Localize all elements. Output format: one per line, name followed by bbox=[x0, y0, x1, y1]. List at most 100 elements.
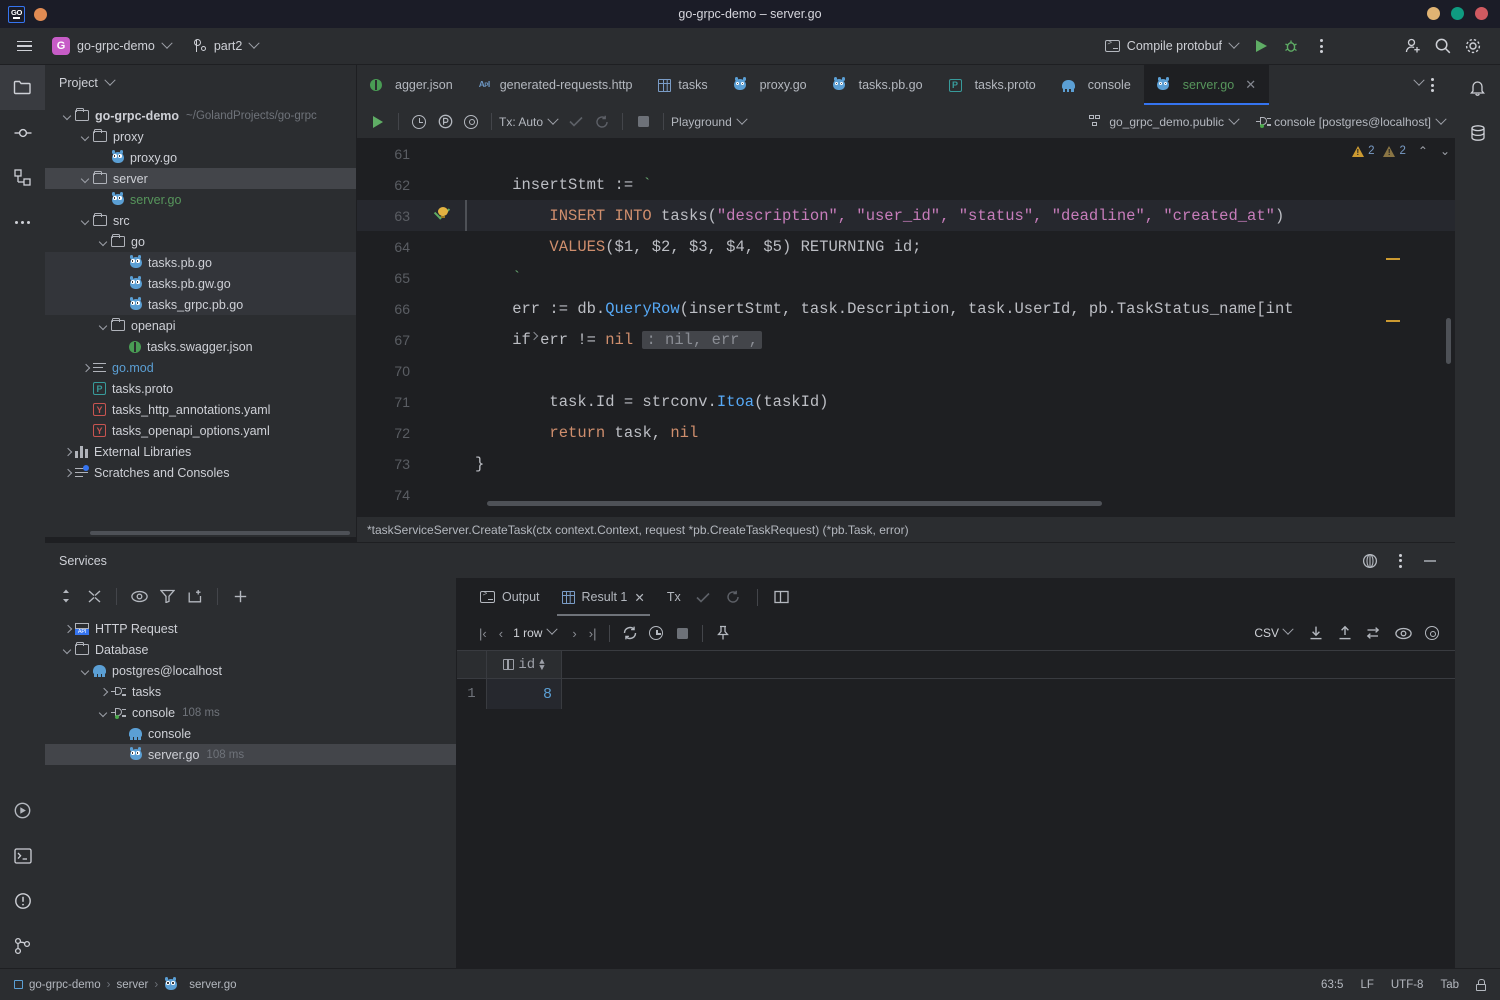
modify-table-icon[interactable] bbox=[1361, 620, 1387, 646]
editor-tab-console[interactable]: console bbox=[1049, 65, 1144, 105]
caret-position[interactable]: 63:5 bbox=[1321, 979, 1343, 991]
chevron-right-icon[interactable] bbox=[61, 466, 74, 479]
tree-item-tasks-openapi-options-yaml[interactable]: Ytasks_openapi_options.yaml bbox=[45, 420, 356, 441]
window-control-orange[interactable] bbox=[34, 8, 47, 21]
breadcrumb-file[interactable]: server.go bbox=[189, 979, 236, 991]
tree-item-proxy-go[interactable]: proxy.go bbox=[45, 147, 356, 168]
code-line-63[interactable]: 63 INSERT INTO tasks("description", "use… bbox=[357, 200, 1455, 231]
gutter[interactable] bbox=[419, 448, 475, 479]
gutter[interactable] bbox=[419, 200, 475, 231]
more-tool-windows-icon[interactable] bbox=[0, 200, 45, 245]
chevron-down-icon[interactable] bbox=[97, 235, 110, 248]
service-item-console[interactable]: console bbox=[45, 723, 456, 744]
editor-tab-tasks[interactable]: tasks bbox=[645, 65, 720, 105]
result-tab-output[interactable]: Output bbox=[471, 578, 549, 616]
next-page-icon[interactable]: › bbox=[566, 626, 582, 641]
minimize-button[interactable] bbox=[1427, 7, 1440, 20]
editor-tab-server-go[interactable]: server.go✕ bbox=[1144, 65, 1269, 105]
code-line-70[interactable]: 70 bbox=[357, 355, 1455, 386]
tree-item-tasks-proto[interactable]: Ptasks.proto bbox=[45, 378, 356, 399]
service-item-console[interactable]: console108 ms bbox=[45, 702, 456, 723]
tree-item-tasks-grpc-pb-go[interactable]: tasks_grpc.pb.go bbox=[45, 294, 356, 315]
filter-icon[interactable] bbox=[154, 583, 180, 609]
close-all-icon[interactable] bbox=[81, 583, 107, 609]
gutter[interactable] bbox=[419, 355, 475, 386]
tree-item-src[interactable]: src bbox=[45, 210, 356, 231]
prev-page-icon[interactable]: ‹ bbox=[493, 626, 509, 641]
result-cell[interactable]: 8 bbox=[487, 679, 562, 709]
result-tab-result-1[interactable]: Result 1✕ bbox=[553, 578, 654, 616]
debug-icon[interactable] bbox=[1276, 32, 1306, 60]
close-icon[interactable]: ✕ bbox=[1245, 77, 1256, 93]
code-line-64[interactable]: 64 VALUES($1, $2, $3, $4, $5) RETURNING … bbox=[357, 231, 1455, 262]
services-tool-icon[interactable] bbox=[0, 788, 45, 833]
editor-horizontal-scrollbar[interactable] bbox=[487, 501, 1102, 506]
editor-tab-generated-requests-http[interactable]: APIgenerated-requests.http bbox=[466, 65, 646, 105]
services-minimize-icon[interactable] bbox=[1417, 548, 1443, 574]
service-item-http-request[interactable]: APIHTTP Request bbox=[45, 618, 456, 639]
gutter[interactable] bbox=[419, 324, 475, 355]
chevron-down-icon[interactable] bbox=[547, 113, 558, 124]
view-options-icon[interactable] bbox=[1390, 620, 1416, 646]
terminal-tool-icon[interactable] bbox=[0, 833, 45, 878]
service-item-tasks[interactable]: tasks bbox=[45, 681, 456, 702]
refresh-icon[interactable] bbox=[617, 620, 643, 646]
gutter[interactable] bbox=[419, 479, 475, 510]
tab-more-actions-icon[interactable] bbox=[1431, 78, 1434, 92]
database-tool-icon[interactable] bbox=[1455, 110, 1500, 155]
result-grid-body[interactable]: 18 bbox=[457, 679, 1455, 709]
code-line-66[interactable]: 66 err := db.QueryRow(insertStmt, task.D… bbox=[357, 293, 1455, 324]
tree-item-go-mod[interactable]: go.mod bbox=[45, 357, 356, 378]
console-settings-icon[interactable] bbox=[458, 109, 484, 135]
editor-tab-agger-json[interactable]: agger.json bbox=[357, 65, 466, 105]
tree-item-tasks-pb-gw-go[interactable]: tasks.pb.gw.go bbox=[45, 273, 356, 294]
indent-setting[interactable]: Tab bbox=[1440, 979, 1459, 991]
tx-mode-label[interactable]: Tx: Auto bbox=[499, 115, 543, 129]
upload-icon[interactable] bbox=[1332, 620, 1358, 646]
code-line-62[interactable]: 62 insertStmt := ` bbox=[357, 169, 1455, 200]
next-problem-icon[interactable]: ⌄ bbox=[1440, 144, 1450, 158]
add-icon[interactable] bbox=[227, 583, 253, 609]
project-horizontal-scrollbar[interactable] bbox=[90, 531, 350, 535]
history-icon[interactable] bbox=[643, 620, 669, 646]
services-help-icon[interactable] bbox=[1357, 548, 1383, 574]
branch-name[interactable]: part2 bbox=[214, 39, 243, 53]
editor-tab-proxy-go[interactable]: proxy.go bbox=[721, 65, 820, 105]
parameters-icon[interactable] bbox=[432, 109, 458, 135]
close-button[interactable] bbox=[1475, 7, 1488, 20]
intention-bulb-icon[interactable] bbox=[438, 207, 448, 218]
query-history-icon[interactable] bbox=[406, 109, 432, 135]
version-control-tool-icon[interactable] bbox=[0, 923, 45, 968]
project-name[interactable]: go-grpc-demo bbox=[77, 39, 155, 53]
editor-tab-tasks-pb-go[interactable]: tasks.pb.go bbox=[820, 65, 936, 105]
chevron-down-icon[interactable] bbox=[97, 706, 110, 719]
schema-label[interactable]: go_grpc_demo.public bbox=[1109, 115, 1224, 129]
tree-item-server-go[interactable]: server.go bbox=[45, 189, 356, 210]
breadcrumb-folder[interactable]: server bbox=[116, 979, 148, 991]
chevron-down-icon[interactable] bbox=[1282, 623, 1293, 634]
split-view-icon[interactable] bbox=[769, 584, 795, 610]
download-icon[interactable] bbox=[1303, 620, 1329, 646]
tree-item-openapi[interactable]: openapi bbox=[45, 315, 356, 336]
chevron-down-icon[interactable] bbox=[104, 75, 115, 86]
line-separator[interactable]: LF bbox=[1360, 979, 1373, 991]
expand-collapse-icon[interactable] bbox=[53, 583, 79, 609]
code-editor[interactable]: 2 2 ⌃ ⌄ 6162 insertStmt := `63 INSERT IN… bbox=[357, 138, 1455, 516]
inspection-widget[interactable]: 2 2 ⌃ ⌄ bbox=[1352, 144, 1450, 158]
chevron-down-icon[interactable] bbox=[79, 172, 92, 185]
project-file-tree[interactable]: go-grpc-demo~/GolandProjects/go-grpcprox… bbox=[45, 101, 356, 483]
tree-item-tasks-pb-go[interactable]: tasks.pb.go bbox=[45, 252, 356, 273]
chevron-down-icon[interactable] bbox=[97, 319, 110, 332]
code-line-65[interactable]: 65 ` bbox=[357, 262, 1455, 293]
result-row[interactable]: 18 bbox=[457, 679, 1455, 709]
export-format-label[interactable]: CSV bbox=[1254, 626, 1279, 640]
editor-vertical-scrollbar[interactable] bbox=[1446, 318, 1451, 364]
tree-item-external-libraries[interactable]: External Libraries bbox=[45, 441, 356, 462]
tree-item-go[interactable]: go bbox=[45, 231, 356, 252]
tree-item-proxy[interactable]: proxy bbox=[45, 126, 356, 147]
chevron-down-icon[interactable] bbox=[1228, 113, 1239, 124]
code-line-72[interactable]: 72 return task, nil bbox=[357, 417, 1455, 448]
tree-item-tasks-http-annotations-yaml[interactable]: Ytasks_http_annotations.yaml bbox=[45, 399, 356, 420]
tab-list-chevron-down-icon[interactable] bbox=[1413, 75, 1424, 86]
gutter[interactable] bbox=[419, 386, 475, 417]
